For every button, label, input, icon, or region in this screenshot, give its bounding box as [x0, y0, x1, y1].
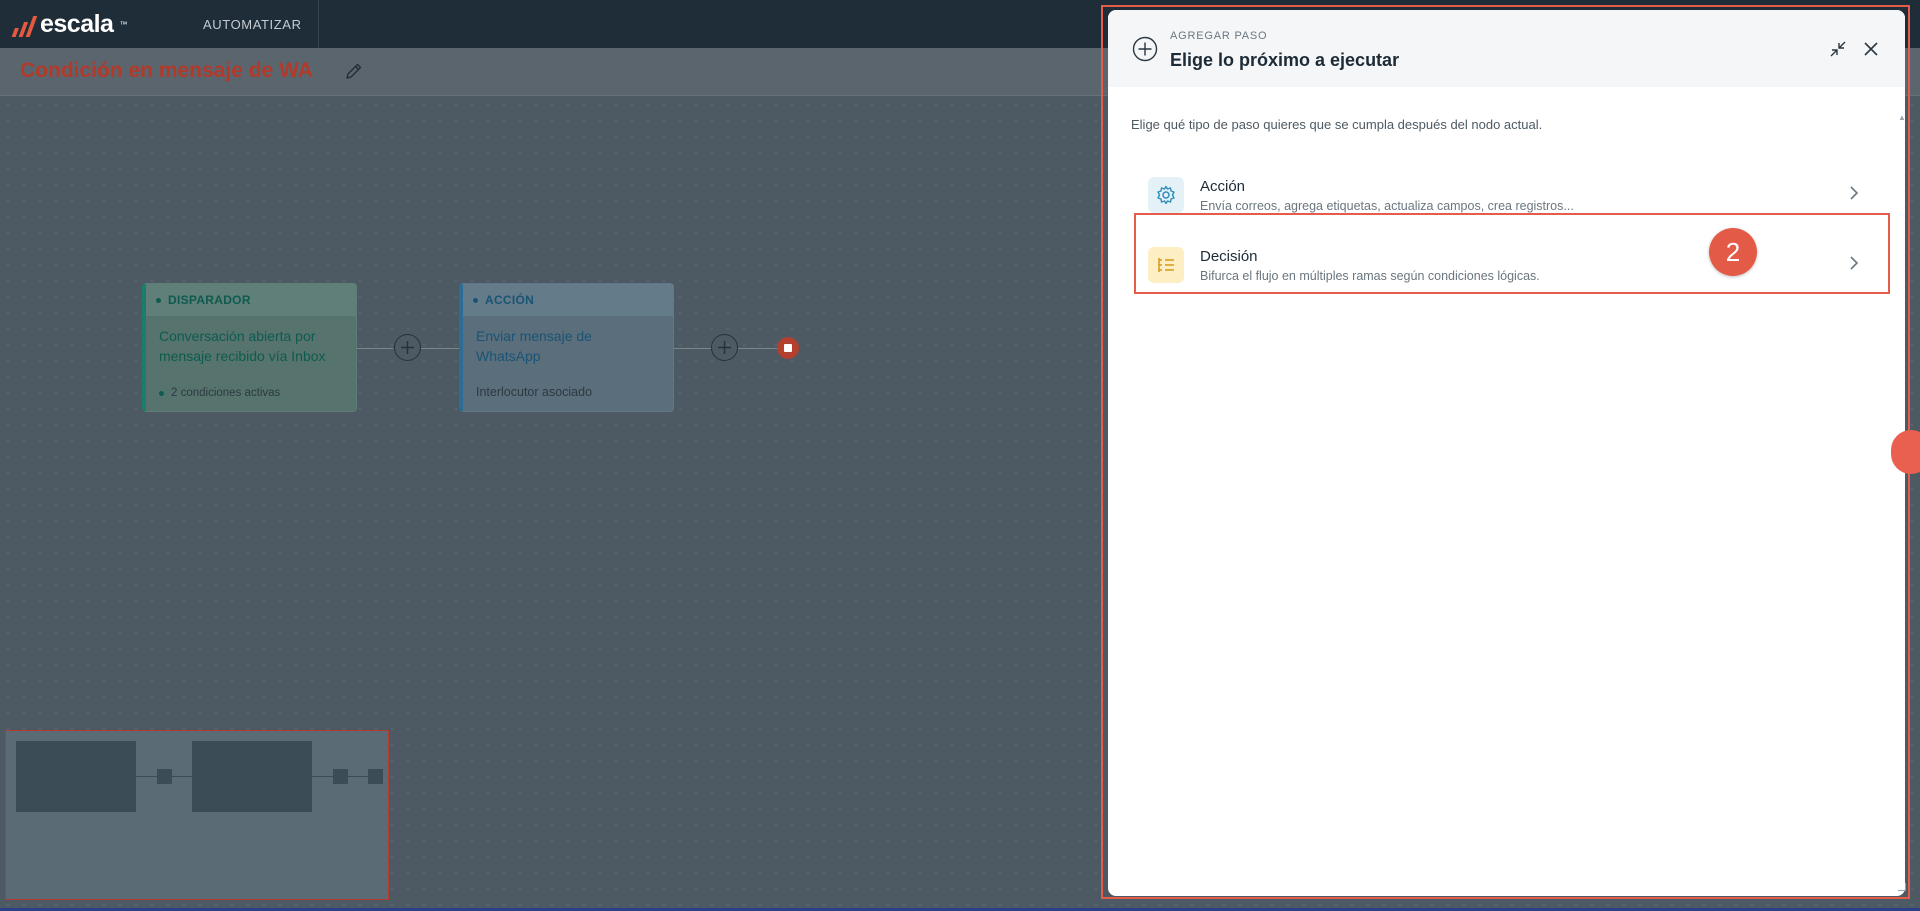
connector-line — [674, 348, 712, 349]
plus-icon — [718, 341, 731, 354]
bullet-dot — [473, 297, 478, 303]
add-step-button[interactable] — [394, 334, 421, 361]
page-title: Condición en mensaje de WA — [20, 59, 313, 82]
connector-line — [357, 348, 393, 349]
logo-trademark: ™ — [119, 20, 128, 29]
scroll-up-arrow-icon[interactable]: ▲ — [1898, 113, 1905, 122]
minimap-plus-marker — [157, 769, 172, 784]
nav-item-automatizar[interactable]: AUTOMATIZAR — [187, 0, 319, 48]
trigger-node[interactable]: DISPARADOR Conversación abierta por mens… — [142, 283, 357, 412]
end-flow-stop-icon[interactable] — [777, 337, 799, 359]
decision-highlight-frame — [1134, 213, 1890, 294]
option-accion-description: Envía correos, agrega etiquetas, actuali… — [1200, 199, 1574, 213]
bullet-dot — [156, 297, 161, 303]
collapse-icon[interactable] — [1828, 39, 1848, 64]
close-icon[interactable] — [1861, 39, 1881, 64]
logo-bars-icon — [11, 13, 39, 37]
panel-eyebrow: AGREGAR PASO — [1170, 30, 1268, 42]
trigger-node-conditions: 2 condiciones activas — [159, 387, 280, 399]
plus-icon — [401, 341, 414, 354]
connector-line — [738, 348, 777, 349]
trigger-node-header: DISPARADOR — [146, 284, 356, 316]
panel-header: AGREGAR PASO Elige lo próximo a ejecutar — [1108, 10, 1905, 87]
trigger-node-conditions-label: 2 condiciones activas — [171, 387, 281, 399]
action-node[interactable]: ACCIÓN Enviar mensaje de WhatsApp Interl… — [459, 283, 674, 412]
edit-title-icon[interactable] — [343, 60, 365, 87]
canvas-minimap[interactable] — [5, 730, 389, 900]
bullet-dot — [159, 390, 164, 396]
panel-title: Elige lo próximo a ejecutar — [1170, 50, 1400, 70]
side-feedback-tab[interactable] — [1891, 430, 1920, 474]
add-step-panel: AGREGAR PASO Elige lo próximo a ejecutar… — [1108, 10, 1905, 896]
action-node-subtitle: Interlocutor asociado — [476, 385, 593, 399]
add-circle-icon — [1132, 36, 1158, 67]
option-accion-label: Acción — [1200, 178, 1246, 195]
chevron-right-icon — [1847, 184, 1861, 207]
escala-logo[interactable]: escala ™ — [11, 10, 128, 39]
minimap-node — [192, 741, 312, 812]
resize-handle-icon[interactable] — [1898, 883, 1906, 891]
trigger-node-title: Conversación abierta por mensaje recibid… — [159, 328, 326, 364]
add-step-button[interactable] — [711, 334, 738, 361]
action-node-title: Enviar mensaje de WhatsApp — [476, 328, 592, 364]
action-node-tag: ACCIÓN — [485, 293, 535, 307]
action-node-header: ACCIÓN — [463, 284, 673, 316]
minimap-node — [16, 741, 136, 812]
minimap-end-marker — [368, 769, 383, 784]
gear-icon — [1148, 177, 1184, 213]
panel-description: Elige qué tipo de paso quieres que se cu… — [1131, 117, 1543, 132]
logo-text: escala — [40, 10, 114, 38]
connector-line — [421, 348, 459, 349]
step-number-badge: 2 — [1709, 228, 1757, 276]
minimap-plus-marker — [333, 769, 348, 784]
trigger-node-tag: DISPARADOR — [168, 293, 251, 307]
